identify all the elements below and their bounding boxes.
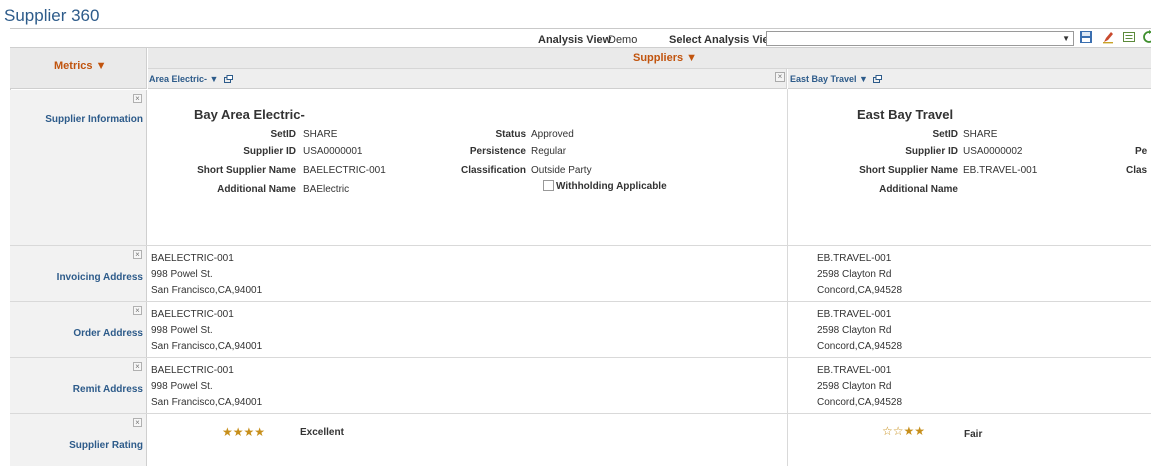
supplier-1-setid-label: SetID: [270, 129, 296, 140]
supplier-1-classification-label: Classification: [460, 165, 526, 176]
row-invoicing-address: × Invoicing Address: [10, 246, 147, 301]
supplier-1-status: Approved: [531, 129, 574, 140]
supplier-2-setid: SHARE: [963, 129, 998, 140]
supplier-2-id-label: Supplier ID: [905, 146, 958, 157]
supplier-1-classification: Outside Party: [531, 165, 592, 176]
row-label-order-address: Order Address: [73, 328, 143, 339]
metrics-header[interactable]: Metrics ▼: [10, 48, 147, 89]
edit-icon[interactable]: [1101, 30, 1115, 44]
supplier-1-setid: SHARE: [303, 129, 338, 140]
row-divider: [10, 413, 1151, 414]
supplier-1-name: Bay Area Electric-: [194, 107, 305, 122]
column-supplier-1-menu[interactable]: Area Electric- ▼: [149, 74, 233, 84]
supplier-1-additional-name-label: Additional Name: [217, 184, 296, 195]
withholding-checkbox[interactable]: [543, 180, 554, 191]
supplier-1-rating-stars-icon: ★★★★: [222, 425, 266, 439]
close-row-icon[interactable]: ×: [133, 418, 142, 427]
suppliers-header-label: Suppliers ▼: [633, 52, 698, 64]
popout-icon[interactable]: [223, 75, 233, 83]
column-divider: [787, 89, 788, 466]
supplier-2-rating-text: Fair: [964, 429, 983, 440]
supplier-2-rating-stars-icon: ☆☆★★: [882, 424, 926, 438]
chevron-down-icon: ▼: [1062, 34, 1070, 43]
column-header-supplier-1: Area Electric- ▼: [148, 69, 787, 89]
view-icon[interactable]: [1122, 30, 1136, 44]
supplier-2-persistence-label: Pe: [1135, 146, 1148, 157]
supplier-2-setid-label: SetID: [932, 129, 958, 140]
row-label-invoicing-address: Invoicing Address: [56, 272, 143, 283]
header-divider: [10, 28, 1151, 29]
metrics-header-label: Metrics ▼: [54, 60, 107, 72]
refresh-icon[interactable]: [1142, 30, 1151, 44]
analysis-view-label: Analysis View: [538, 34, 612, 46]
supplier-2-invoicing-address: EB.TRAVEL-001 2598 Clayton Rd Concord,CA…: [817, 253, 903, 296]
supplier-2-order-address: EB.TRAVEL-001 2598 Clayton Rd Concord,CA…: [817, 309, 903, 352]
withholding-label: Withholding Applicable: [556, 181, 667, 192]
supplier-2-short-name: EB.TRAVEL-001: [963, 165, 1038, 176]
supplier-1-id-label: Supplier ID: [243, 146, 296, 157]
supplier-1-order-address: BAELECTRIC-001 998 Powel St. San Francis…: [151, 309, 263, 352]
close-row-icon[interactable]: ×: [133, 250, 142, 259]
row-order-address: × Order Address: [10, 302, 147, 357]
page-title: Supplier 360: [4, 6, 100, 25]
supplier-1-additional-name: BAElectric: [303, 184, 350, 195]
select-analysis-view-label: Select Analysis View: [669, 34, 778, 46]
close-row-icon[interactable]: ×: [133, 362, 142, 371]
row-label-remit-address: Remit Address: [72, 384, 143, 395]
supplier-2-id: USA0000002: [963, 146, 1023, 157]
supplier-1-id: USA0000001: [303, 146, 363, 157]
row-supplier-rating: × Supplier Rating: [10, 414, 147, 466]
close-row-icon[interactable]: ×: [133, 306, 142, 315]
select-analysis-view-dropdown[interactable]: ▼: [766, 31, 1074, 46]
row-divider: [10, 245, 1151, 246]
popout-icon[interactable]: [873, 75, 883, 83]
supplier-1-rating-text: Excellent: [300, 427, 344, 438]
row-supplier-information: × Supplier Information: [10, 90, 147, 245]
supplier-2-classification-label: Clas: [1126, 165, 1148, 176]
supplier-1-persistence-label: Persistence: [469, 146, 526, 157]
close-row-icon[interactable]: ×: [133, 94, 142, 103]
save-icon[interactable]: [1079, 30, 1093, 44]
column-header-supplier-2: × East Bay Travel ▼: [775, 69, 1151, 89]
row-label-supplier-rating: Supplier Rating: [69, 440, 143, 451]
supplier-1-short-name-label: Short Supplier Name: [197, 165, 296, 176]
column-supplier-2-menu[interactable]: East Bay Travel ▼: [790, 74, 883, 84]
supplier-2-short-name-label: Short Supplier Name: [859, 165, 958, 176]
supplier-1-status-label: Status: [495, 129, 526, 140]
row-divider: [10, 357, 1151, 358]
row-divider: [10, 301, 1151, 302]
supplier-1-persistence: Regular: [531, 146, 567, 157]
supplier-2-remit-address: EB.TRAVEL-001 2598 Clayton Rd Concord,CA…: [817, 365, 903, 408]
supplier-1-remit-address: BAELECTRIC-001 998 Powel St. San Francis…: [151, 365, 263, 408]
analysis-view-value: Demo: [608, 34, 638, 46]
supplier-1-short-name: BAELECTRIC-001: [303, 165, 386, 176]
row-label-supplier-information: Supplier Information: [45, 114, 143, 125]
suppliers-header[interactable]: Suppliers ▼: [148, 48, 1151, 69]
close-column-icon[interactable]: ×: [775, 72, 785, 82]
supplier-2-additional-name-label: Additional Name: [879, 184, 958, 195]
row-remit-address: × Remit Address: [10, 358, 147, 413]
supplier-1-invoicing-address: BAELECTRIC-001 998 Powel St. San Francis…: [151, 253, 263, 296]
supplier-2-name: East Bay Travel: [857, 107, 954, 122]
